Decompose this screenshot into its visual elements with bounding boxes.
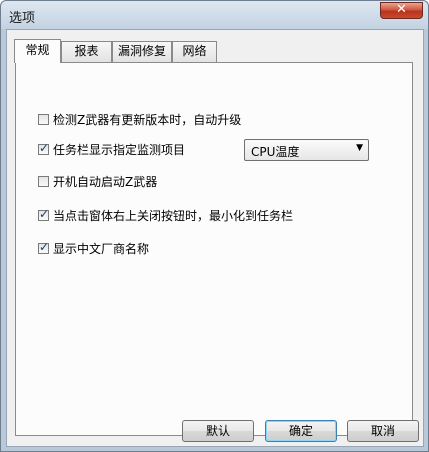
taskbar-monitor-checkbox[interactable]: ✓ (38, 140, 50, 155)
chinese-vendor-label: 显示中文厂商名称 (53, 241, 150, 256)
general-tab-panel: 检测Z武器有更新版本时，自动升级 ✓ 任务栏显示指定监测项目 CPU温度 ▼ 开… (15, 62, 413, 436)
tab-general[interactable]: 常规 (14, 39, 61, 63)
checkmark-icon: ✓ (39, 206, 50, 221)
close-icon: ✕ (396, 2, 407, 17)
checkmark-icon: ✓ (39, 239, 50, 254)
monitor-item-value: CPU温度 (251, 145, 300, 159)
dialog-client-area: 常规 报表 漏洞修复 网络 检测Z武器有更新版本时，自动升级 ✓ 任务栏显示指定… (6, 29, 424, 447)
chinese-vendor-checkbox[interactable]: ✓ (38, 239, 50, 254)
autostart-option[interactable]: 开机自动启动Z武器 (38, 173, 157, 189)
chinese-vendor-option[interactable]: ✓ 显示中文厂商名称 (38, 240, 149, 256)
tab-network[interactable]: 网络 (172, 41, 217, 62)
close-button[interactable]: ✕ (380, 2, 423, 19)
options-dialog: 选项 ✕ 常规 报表 漏洞修复 网络 检测Z武器有更新版本时，自动升级 ✓ 任务… (0, 0, 429, 452)
title-bar[interactable]: 选项 ✕ (1, 1, 428, 29)
tab-label: 漏洞修复 (117, 44, 166, 58)
auto-upgrade-checkbox[interactable] (38, 113, 49, 125)
cancel-button[interactable]: 取消 (347, 420, 419, 442)
minimize-on-close-option[interactable]: ✓ 当点击窗体右上关闭按钮时，最小化到任务栏 (38, 207, 293, 223)
taskbar-monitor-label: 任务栏显示指定监测项目 (53, 142, 186, 157)
auto-upgrade-label: 检测Z武器有更新版本时，自动升级 (53, 112, 242, 127)
tab-label: 报表 (74, 44, 99, 58)
tab-label: 网络 (182, 44, 207, 58)
monitor-item-select[interactable]: CPU温度 ▼ (244, 139, 369, 161)
minimize-on-close-label: 当点击窗体右上关闭按钮时，最小化到任务栏 (53, 208, 294, 223)
tab-vuln-fix[interactable]: 漏洞修复 (112, 41, 172, 62)
default-button[interactable]: 默认 (182, 420, 254, 442)
taskbar-monitor-option[interactable]: ✓ 任务栏显示指定监测项目 (38, 141, 185, 157)
tab-report[interactable]: 报表 (61, 41, 112, 62)
checkmark-icon: ✓ (39, 140, 50, 155)
autostart-label: 开机自动启动Z武器 (53, 174, 158, 189)
minimize-on-close-checkbox[interactable]: ✓ (38, 206, 50, 221)
window-title: 选项 (9, 11, 36, 26)
autostart-checkbox[interactable] (38, 175, 49, 187)
tab-label: 常规 (25, 43, 50, 57)
chevron-down-icon: ▼ (356, 143, 363, 153)
auto-upgrade-option[interactable]: 检测Z武器有更新版本时，自动升级 (38, 111, 241, 127)
ok-button[interactable]: 确定 (265, 420, 337, 442)
